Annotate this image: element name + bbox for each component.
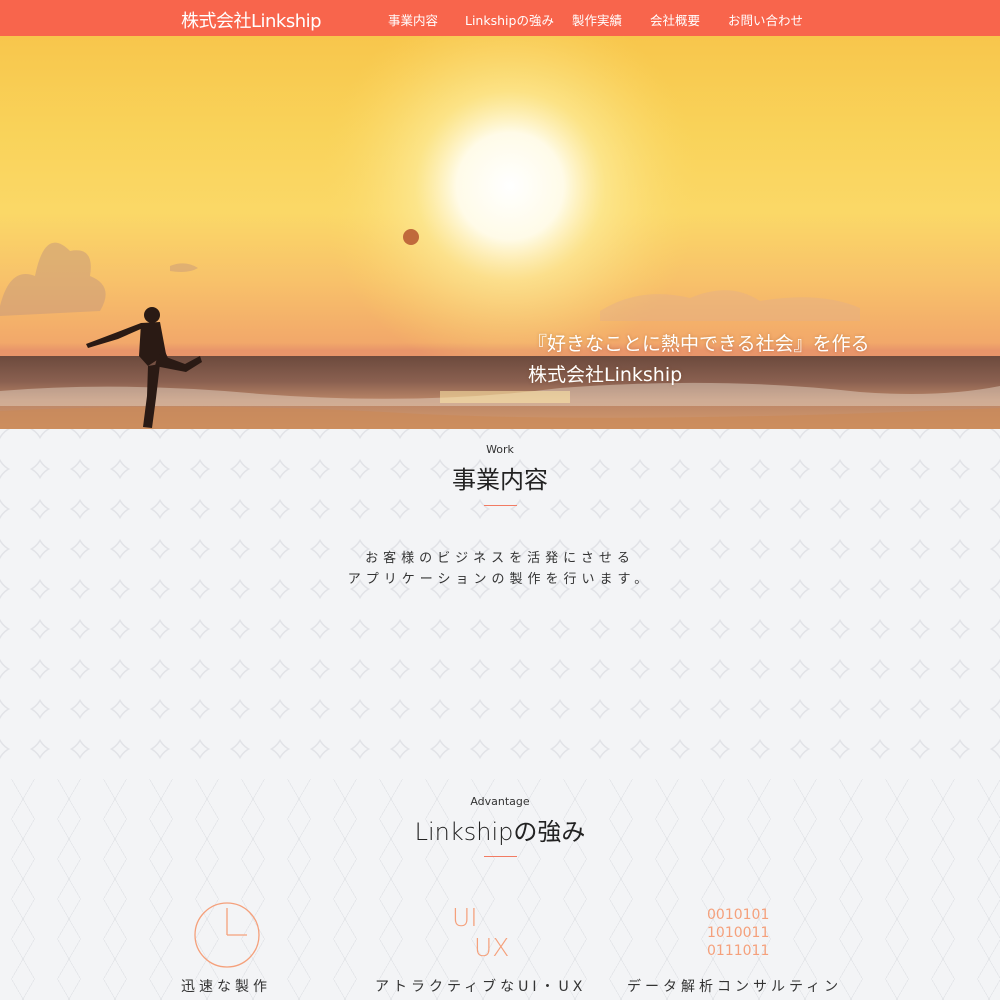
work-title-underline — [484, 505, 517, 506]
nav-item-works[interactable]: 製作実績 — [572, 10, 622, 29]
brand-logo-link[interactable]: 株式会社Linkship — [181, 7, 322, 33]
binary-icon: 0010101 1010011 0111011 — [707, 907, 770, 959]
advantage-label-speed: 迅速な製作 — [181, 979, 271, 995]
advantage-eyebrow: Advantage — [470, 795, 530, 808]
ui-icon-text: UI — [452, 903, 478, 932]
hero-banner: 『好きなことに熱中できる社会』を作る 株式会社Linkship — [0, 36, 1000, 429]
nav-item-advantage[interactable]: Linkshipの強み — [465, 10, 554, 29]
nav-item-contact[interactable]: お問い合わせ — [728, 10, 803, 29]
clock-icon — [194, 902, 260, 968]
work-description-line2: アプリケーションの製作を行います。 — [347, 572, 653, 587]
advantage-label-data: データ解析コンサルティン — [627, 979, 843, 995]
nav-item-work[interactable]: 事業内容 — [388, 10, 438, 29]
work-eyebrow: Work — [486, 443, 514, 456]
top-navbar: 株式会社Linkship 事業内容 Linkshipの強み 製作実績 会社概要 … — [0, 0, 1000, 36]
work-description-line1: お客様のビジネスを活発にさせる — [365, 551, 635, 566]
advantage-title-underline — [484, 856, 517, 857]
work-description: お客様のビジネスを活発にさせる アプリケーションの製作を行います。 — [0, 548, 1000, 590]
work-title: 事業内容 — [452, 466, 548, 494]
hero-tagline-line1: 『好きなことに熱中できる社会』を作る — [528, 333, 870, 355]
ux-icon-text: UX — [474, 933, 510, 962]
hero-tagline: 『好きなことに熱中できる社会』を作る 株式会社Linkship — [528, 329, 870, 391]
nav-item-company[interactable]: 会社概要 — [650, 10, 700, 29]
advantage-title: Linkshipの強み — [414, 818, 586, 846]
hero-tagline-line2: 株式会社Linkship — [528, 364, 683, 386]
advantage-label-uiux: アトラクティブなUI・UX — [375, 979, 587, 995]
